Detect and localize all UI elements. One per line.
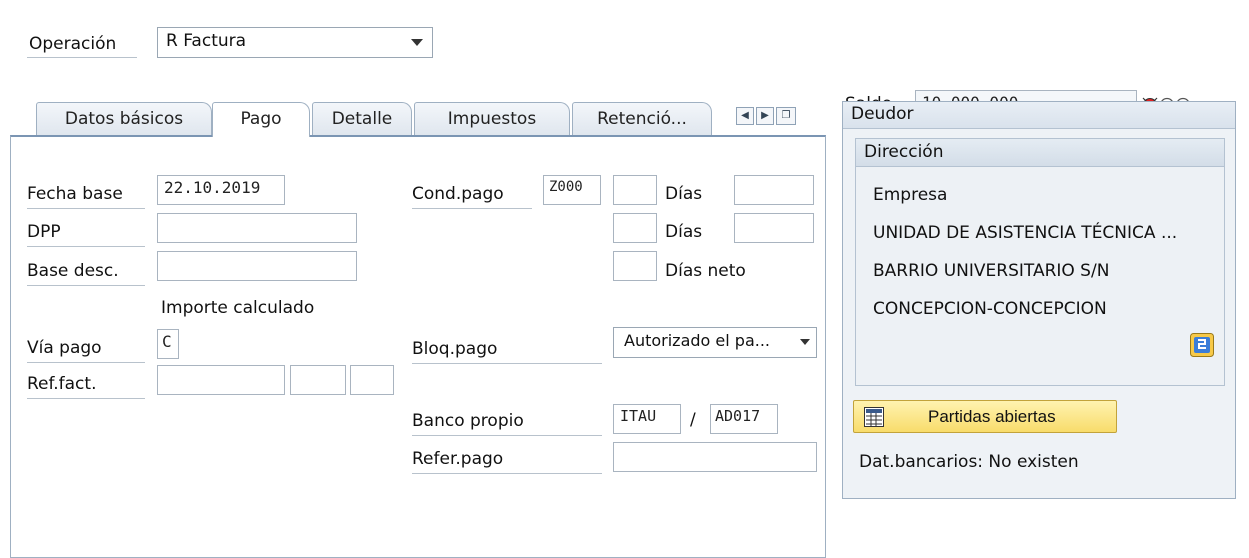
direccion-line-4: CONCEPCION-CONCEPCION (873, 299, 1107, 319)
tab-retencion-label: Retenció... (597, 109, 687, 129)
tab-pago-label: Pago (240, 109, 282, 129)
ref-fact-field-3[interactable] (350, 365, 394, 395)
dpp-label: DPP (27, 222, 61, 242)
chevron-down-icon[interactable] (411, 39, 423, 46)
dias-field-1[interactable] (613, 175, 657, 205)
dias-label-1: Días (665, 184, 703, 204)
tab-detalle[interactable]: Detalle (312, 102, 412, 136)
table-icon (864, 407, 884, 427)
banco-separator: / (690, 410, 696, 430)
dpp-underline (27, 246, 145, 247)
tab-datos-basicos-label: Datos básicos (64, 109, 184, 129)
via-pago-field[interactable]: C (157, 329, 179, 359)
importe-calculado-label: Importe calculado (161, 298, 315, 318)
fecha-base-field[interactable]: 22.10.2019 (157, 175, 285, 205)
direccion-title: Dirección (856, 139, 1224, 167)
tab-impuestos-label: Impuestos (447, 109, 537, 129)
banco-propio-field-2[interactable]: AD017 (710, 404, 778, 434)
dat-bancarios-text: Dat.bancarios: No existen (859, 452, 1079, 472)
ref-fact-field-1[interactable] (157, 365, 285, 395)
dias-label-2: Días (665, 222, 703, 242)
chevron-down-icon[interactable] (800, 339, 810, 345)
bloq-pago-label: Bloq.pago (412, 339, 498, 359)
operacion-value: R Factura (166, 31, 247, 51)
direccion-line-2: UNIDAD DE ASISTENCIA TÉCNICA ... (873, 223, 1178, 243)
dias-field-2[interactable] (613, 213, 657, 243)
dias-value-field-1[interactable] (734, 175, 814, 205)
ref-fact-label: Ref.fact. (27, 374, 97, 394)
bloq-pago-value: Autorizado el pa... (624, 331, 770, 350)
tab-list-icon[interactable]: ❐ (776, 107, 796, 125)
direccion-box: Dirección Empresa UNIDAD DE ASISTENCIA T… (855, 138, 1225, 386)
operacion-underline (27, 57, 137, 58)
tab-retencion[interactable]: Retenció... (572, 102, 712, 136)
tab-datos-basicos[interactable]: Datos básicos (36, 102, 212, 136)
address-edit-icon[interactable] (1190, 333, 1214, 357)
ref-fact-underline (27, 398, 145, 399)
base-desc-underline (27, 285, 145, 286)
tab-detalle-label: Detalle (331, 109, 393, 129)
tab-scroll-right-icon[interactable]: ▶ (756, 107, 774, 125)
dias-value-field-2[interactable] (734, 213, 814, 243)
tab-scroll-left-icon[interactable]: ◀ (736, 107, 754, 125)
banco-propio-field-1[interactable]: ITAU (613, 404, 681, 434)
banco-propio-underline (412, 435, 602, 436)
bloq-pago-underline (412, 363, 602, 364)
refer-pago-underline (412, 473, 602, 474)
refer-pago-label: Refer.pago (412, 449, 504, 469)
base-desc-label: Base desc. (27, 261, 119, 281)
direccion-line-1: Empresa (873, 185, 948, 205)
refer-pago-field[interactable] (613, 442, 817, 472)
deudor-title: Deudor (843, 102, 1235, 129)
dias-neto-field[interactable] (613, 251, 657, 281)
partidas-abiertas-label: Partidas abiertas (928, 407, 1056, 426)
bloq-pago-select[interactable]: Autorizado el pa... (613, 327, 817, 358)
deudor-panel: Deudor Dirección Empresa UNIDAD DE ASIST… (842, 101, 1236, 499)
dpp-field[interactable] (157, 213, 357, 243)
dias-neto-label: Días neto (665, 261, 746, 281)
operacion-select[interactable]: R Factura (157, 27, 433, 58)
fecha-base-underline (27, 208, 145, 209)
via-pago-underline (27, 362, 145, 363)
via-pago-label: Vía pago (27, 338, 102, 358)
tab-impuestos[interactable]: Impuestos (414, 102, 570, 136)
cond-pago-underline (412, 208, 532, 209)
partidas-abiertas-button[interactable]: Partidas abiertas (853, 400, 1117, 433)
tab-pago[interactable]: Pago (212, 102, 310, 137)
cond-pago-label: Cond.pago (412, 184, 504, 204)
fecha-base-label: Fecha base (27, 184, 123, 204)
cond-pago-field[interactable]: Z000 (543, 175, 601, 205)
banco-propio-label: Banco propio (412, 411, 524, 431)
base-desc-field[interactable] (157, 251, 357, 281)
ref-fact-field-2[interactable] (290, 365, 346, 395)
direccion-line-3: BARRIO UNIVERSITARIO S/N (873, 261, 1110, 281)
operacion-label: Operación (29, 34, 117, 54)
